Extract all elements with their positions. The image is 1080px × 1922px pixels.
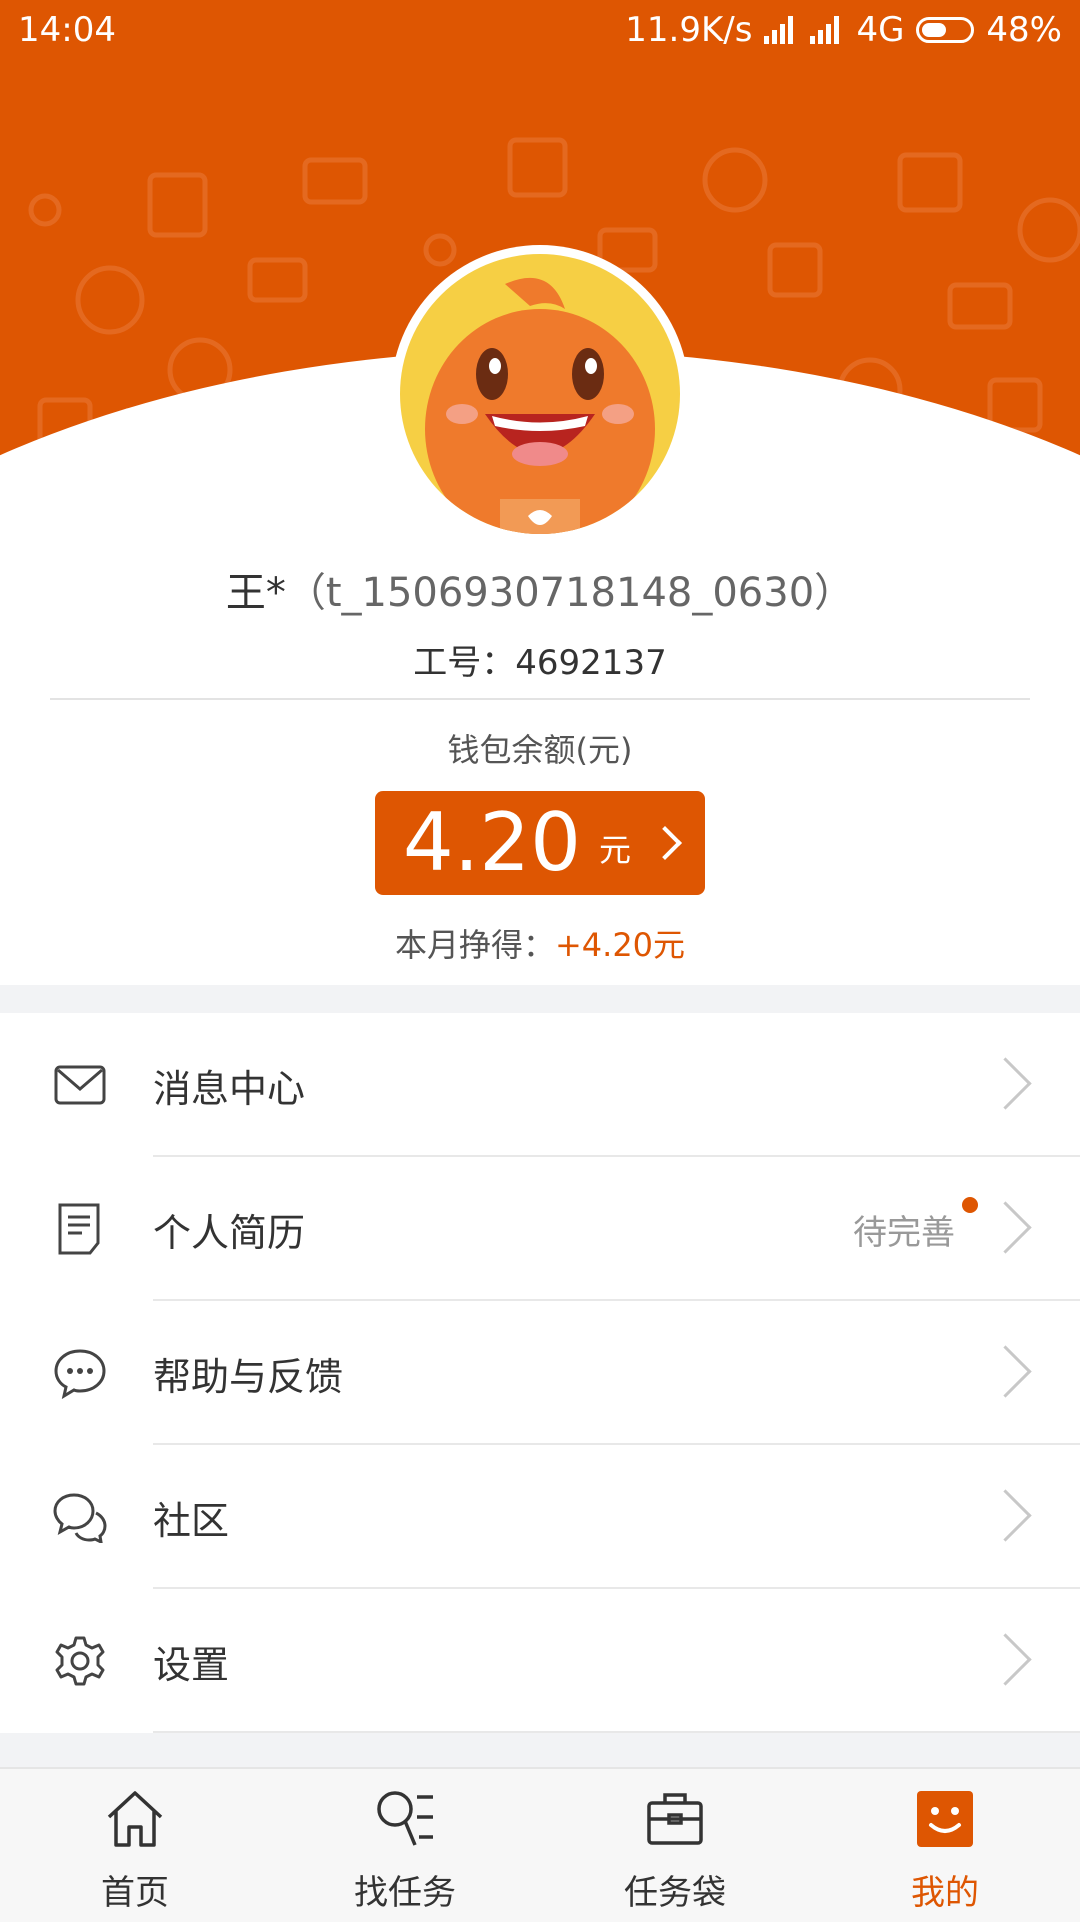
user-name-line: 王*（t_1506930718148_0630） [0, 560, 1080, 618]
chevron-right-icon [979, 1633, 1032, 1686]
monthly-earnings-label: 本月挣得： [394, 926, 555, 964]
wallet-label: 钱包余额(元) [447, 731, 633, 769]
avatar[interactable] [391, 245, 689, 543]
menu-item-help-feedback[interactable]: 帮助与反馈 [0, 1301, 1080, 1445]
employee-number: 工号：4692137 [0, 635, 1080, 684]
notification-dot [962, 1197, 978, 1213]
user-name: 王* [225, 570, 286, 616]
document-icon [58, 1203, 100, 1255]
chevron-right-icon [648, 826, 683, 860]
tab-label: 任务袋 [624, 1873, 726, 1913]
tab-label: 首页 [101, 1873, 169, 1913]
menu-item-label: 消息中心 [153, 1066, 306, 1111]
employee-number-value: 4692137 [515, 643, 667, 683]
menu-item-label: 帮助与反馈 [153, 1354, 344, 1399]
profile-section: 王*（t_1506930718148_0630） 工号：4692137 钱包余额… [0, 0, 1080, 985]
divider [50, 698, 1030, 700]
divider [153, 1731, 1080, 1733]
resume-status-hint: 待完善 [853, 1212, 955, 1253]
gear-icon [55, 1636, 105, 1686]
bottom-tab-bar: 首页 找任务 任务袋 我的 [0, 1767, 1080, 1922]
account-id: （t_1506930718148_0630） [285, 570, 855, 616]
tab-mine[interactable]: 我的 [810, 1769, 1080, 1922]
menu-item-label: 个人简历 [153, 1210, 306, 1255]
settings-menu: 消息中心 个人简历 待完善 帮助与反馈 社区 设置 [0, 1013, 1080, 1733]
chevron-right-icon [979, 1201, 1032, 1254]
menu-item-messages[interactable]: 消息中心 [0, 1013, 1080, 1157]
monthly-earnings-value: +4.20元 [554, 926, 686, 964]
menu-item-label: 社区 [153, 1498, 230, 1543]
tab-label: 找任务 [354, 1873, 456, 1913]
tab-task-bag[interactable]: 任务袋 [540, 1769, 810, 1922]
balance-amount: 4.20 [402, 796, 582, 889]
search-list-icon [377, 1791, 433, 1846]
menu-item-settings[interactable]: 设置 [0, 1589, 1080, 1733]
mail-icon [54, 1065, 106, 1105]
employee-number-label: 工号： [413, 643, 516, 683]
mascot-icon [425, 277, 655, 534]
chevron-right-icon [979, 1345, 1032, 1398]
chat-bubble-icon [54, 1349, 106, 1399]
wallet-balance-button[interactable]: 4.20 元 [375, 791, 705, 895]
chevron-right-icon [979, 1489, 1032, 1542]
tab-label: 我的 [911, 1873, 979, 1913]
menu-item-label: 设置 [153, 1642, 230, 1687]
monthly-earnings: 本月挣得：+4.20元 [0, 920, 1080, 966]
tab-home[interactable]: 首页 [0, 1769, 270, 1922]
balance-unit: 元 [599, 831, 632, 869]
home-icon [107, 1791, 163, 1847]
menu-item-community[interactable]: 社区 [0, 1445, 1080, 1589]
chevron-right-icon [979, 1057, 1032, 1110]
avatar-image [400, 254, 680, 534]
menu-item-resume[interactable]: 个人简历 待完善 [0, 1157, 1080, 1301]
briefcase-icon [647, 1793, 703, 1845]
smiley-icon [917, 1791, 973, 1847]
community-icon [53, 1493, 107, 1543]
tab-find-tasks[interactable]: 找任务 [270, 1769, 540, 1922]
